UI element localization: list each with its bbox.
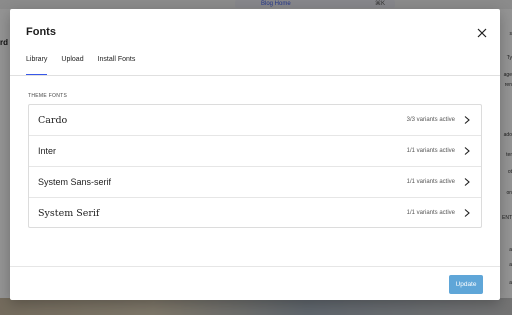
chevron-right-icon <box>464 116 470 124</box>
variants-count: 3/3 variants active <box>406 117 455 123</box>
tabs-divider <box>10 75 500 76</box>
variants-count: 1/1 variants active <box>406 148 455 154</box>
tab-library[interactable]: Library <box>26 53 54 75</box>
section-label: THEME FONTS <box>28 93 68 99</box>
modal-title: Fonts <box>26 26 56 38</box>
fonts-modal: Fonts Library Upload Install Fonts THEME… <box>10 9 500 300</box>
chevron-right-icon <box>464 209 470 217</box>
tab-install-fonts[interactable]: Install Fonts <box>91 53 143 75</box>
update-button[interactable]: Update <box>449 275 483 294</box>
close-icon <box>477 28 487 38</box>
tab-upload[interactable]: Upload <box>54 53 90 75</box>
font-item-cardo[interactable]: Cardo 3/3 variants active <box>29 105 481 136</box>
chevron-right-icon <box>464 147 470 155</box>
font-name: Cardo <box>38 115 68 126</box>
font-item-system-sans-serif[interactable]: System Sans-serif 1/1 variants active <box>29 167 481 198</box>
font-item-inter[interactable]: Inter 1/1 variants active <box>29 136 481 167</box>
variants-count: 1/1 variants active <box>406 179 455 185</box>
variants-count: 1/1 variants active <box>406 210 455 216</box>
footer-divider <box>10 266 500 267</box>
chevron-right-icon <box>464 178 470 186</box>
font-item-system-serif[interactable]: System Serif 1/1 variants active <box>29 198 481 229</box>
font-name: Inter <box>38 146 57 156</box>
tab-bar: Library Upload Install Fonts <box>26 53 142 75</box>
font-name: System Serif <box>38 208 100 219</box>
font-name: System Sans-serif <box>38 177 112 187</box>
font-list: Cardo 3/3 variants active Inter 1/1 vari… <box>28 104 482 228</box>
close-button[interactable] <box>474 25 490 41</box>
